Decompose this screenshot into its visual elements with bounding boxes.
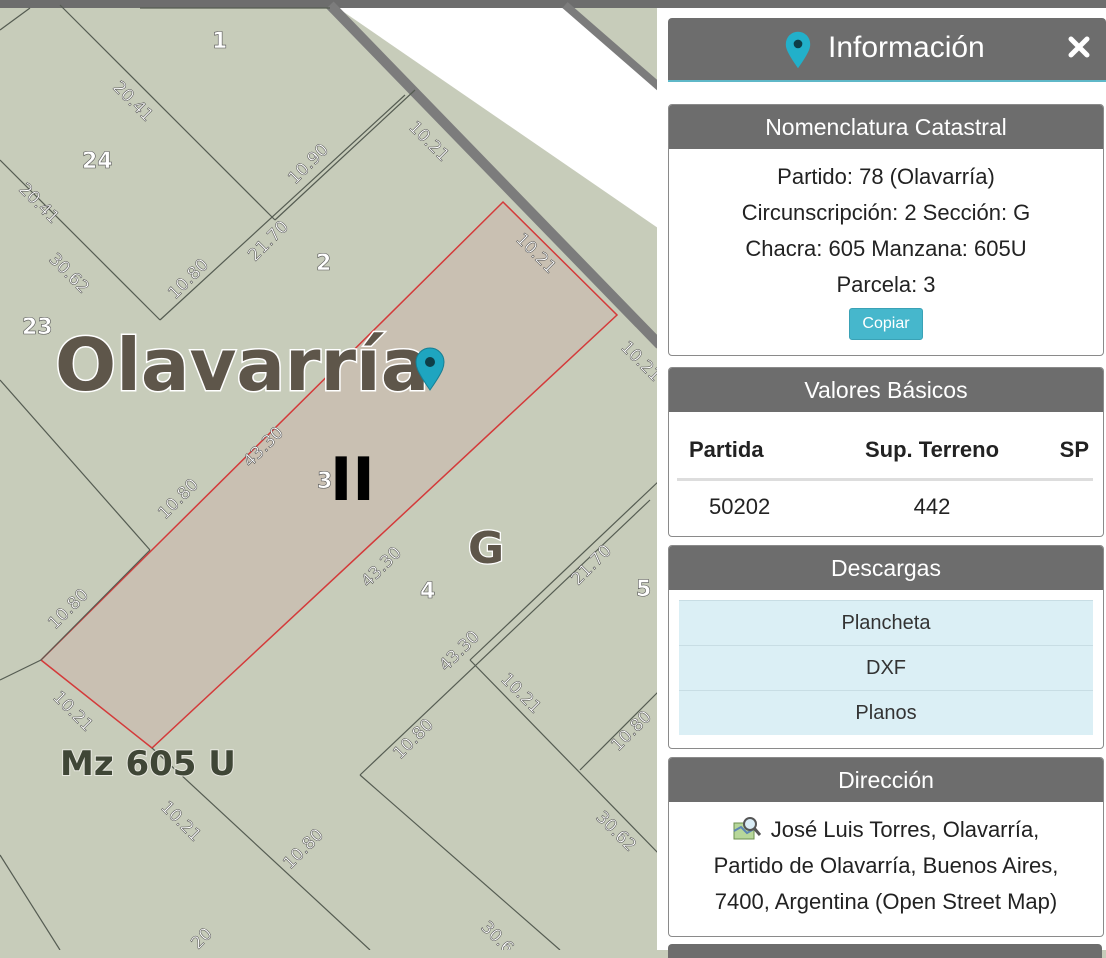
column-header: SP [1038, 422, 1093, 481]
map-pin-icon [785, 31, 811, 69]
panel-title: Información [828, 31, 985, 64]
direccion-section: Dirección José Luis Torres, Olavarría, P… [668, 757, 1104, 937]
column-header: Sup. Terreno [825, 422, 1039, 481]
close-icon[interactable] [1066, 34, 1092, 60]
download-planos-link[interactable]: Planos [679, 690, 1093, 735]
city-label: Olavarría [55, 323, 429, 407]
block-label: Mz 605 U [60, 744, 236, 784]
valores-section: Valores Básicos Partida Sup. Terreno SP … [668, 367, 1104, 537]
parcel-number: 5 [636, 577, 651, 602]
section-header: Valores Básicos [669, 368, 1103, 412]
parcel-number: 24 [82, 149, 113, 174]
chacra-text: Chacra: 605 Manzana: 605U [745, 236, 1027, 261]
section-header: Nomenclatura Catastral [669, 105, 1103, 149]
section-header: Dirección [669, 758, 1103, 802]
circunscripcion-label: II [330, 445, 375, 515]
parcel-number: 1 [212, 29, 227, 54]
partida-cell: 50202 [709, 494, 771, 519]
address-line: José Luis Torres, Olavarría, [770, 817, 1040, 842]
info-panel: Información Nomenclatura Catastral Parti… [657, 8, 1106, 958]
partido-text: Partido: 78 (Olavarría) [777, 164, 995, 189]
section-header: Descargas [669, 546, 1103, 590]
parcel-number: 23 [22, 315, 53, 340]
parcel-number: 2 [316, 251, 331, 276]
table-row: 50202 442 [677, 480, 1093, 534]
map-search-icon[interactable] [733, 815, 761, 841]
map-top-border [0, 0, 1106, 8]
panel-titlebar: Información [668, 18, 1106, 82]
superficie-cell: 442 [913, 494, 951, 519]
download-plancheta-link[interactable]: Plancheta [679, 600, 1093, 645]
section-label: G [468, 523, 504, 574]
parcela-text: Parcela: 3 [836, 272, 936, 297]
nomenclatura-section: Nomenclatura Catastral Partido: 78 (Olav… [668, 104, 1104, 356]
circunscripcion-text: Circunscripción: 2 Sección: G [741, 200, 1031, 225]
sp-cell [1039, 480, 1093, 534]
next-section-header [668, 944, 1102, 958]
parcel-number: 4 [420, 579, 435, 604]
download-list: Plancheta DXF Planos [679, 600, 1093, 735]
column-header: Partida [677, 422, 826, 481]
download-dxf-link[interactable]: DXF [679, 645, 1093, 690]
valores-table: Partida Sup. Terreno SP 50202 442 [677, 422, 1093, 533]
descargas-section: Descargas Plancheta DXF Planos [668, 545, 1104, 749]
titlebar-accent [668, 80, 1106, 82]
address-line: Partido de Olavarría, Buenos Aires, [713, 853, 1059, 878]
copy-button[interactable]: Copiar [849, 308, 923, 340]
address-line: 7400, Argentina (Open Street Map) [714, 889, 1058, 914]
